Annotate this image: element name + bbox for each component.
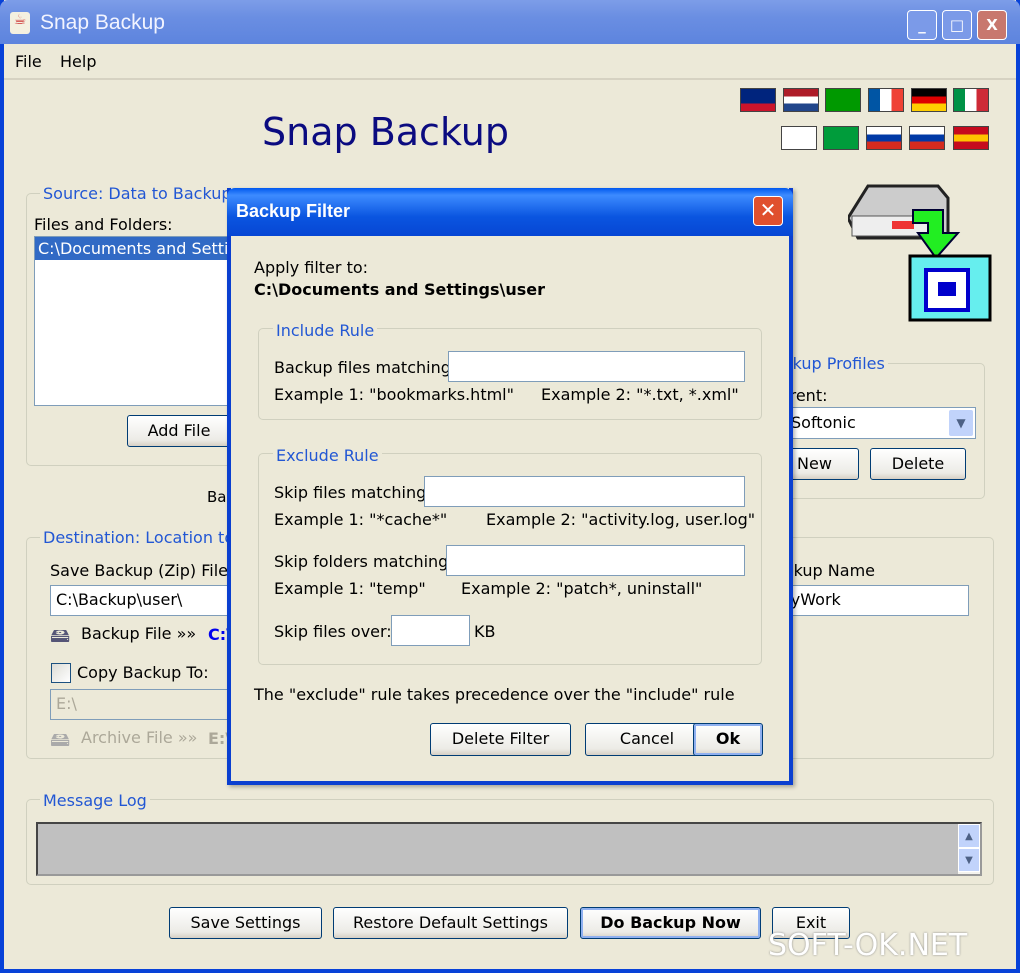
skip-files-label: Skip files matching: [274,483,432,502]
watermark-logo: SOFT-OK.NET [768,928,967,963]
exclude-rule-label: Exclude Rule [273,446,382,465]
files-list[interactable]: C:\Documents and Settings\user [34,236,234,406]
flag-italy-icon[interactable] [953,88,989,112]
files-list-item[interactable]: C:\Documents and Settings\user [35,237,233,260]
backup-partial-label: Ba [207,488,227,506]
menu-bar: File Help [4,44,1016,80]
delete-filter-button[interactable]: Delete Filter [430,723,571,756]
java-app-icon: ☕ [10,12,30,34]
do-backup-now-button[interactable]: Do Backup Now [580,907,761,939]
disk-icon: 🖴 [50,623,71,647]
profile-select-value: Softonic [791,413,856,432]
skip-files-input[interactable] [424,476,745,507]
skip-files-example-2: Example 2: "activity.log, user.log" [486,510,756,529]
backup-file-link[interactable]: Backup File »» [81,624,196,643]
backup-drive-icon [848,184,992,322]
flag-slovenia-icon[interactable] [909,126,945,150]
skip-files-example-1: Example 1: "*cache*" [274,510,448,529]
flag-netherlands-icon[interactable] [783,88,819,112]
flag-russia-icon[interactable] [866,126,902,150]
skip-size-label: Skip files over: [274,622,392,641]
add-file-button[interactable]: Add File [127,415,231,447]
skip-folders-example-2: Example 2: "patch*, uninstall" [461,579,703,598]
dialog-title: Backup Filter [236,201,351,221]
skip-folders-example-1: Example 1: "temp" [274,579,426,598]
title-bar: ☕ Snap Backup _ □ X [0,0,1020,44]
include-example-2: Example 2: "*.txt, *.xml" [541,385,739,404]
precedence-note: The "exclude" rule takes precedence over… [254,685,735,704]
chevron-down-icon[interactable]: ▼ [949,410,973,436]
delete-profile-button[interactable]: Delete [870,448,966,480]
archive-icon: 🖴 [50,727,71,751]
menu-help[interactable]: Help [60,52,96,71]
backup-filter-dialog: Backup Filter ✕ Apply filter to: C:\Docu… [227,188,793,785]
window-title: Snap Backup [40,11,165,34]
skip-folders-label: Skip folders matching: [274,552,454,571]
flag-spain-icon[interactable] [953,126,989,150]
include-rule-label: Include Rule [273,321,378,340]
watermark-text: SOFT-OK.NET [768,928,968,963]
apply-filter-path: C:\Documents and Settings\user [254,280,546,299]
include-match-input[interactable] [448,351,745,382]
restore-defaults-button[interactable]: Restore Default Settings [333,907,568,939]
save-location-label: Save Backup (Zip) File In: [50,561,254,580]
menu-file[interactable]: File [15,52,42,71]
apply-filter-label: Apply filter to: [254,258,369,277]
ok-button[interactable]: Ok [693,723,763,756]
flag-korea-icon[interactable] [781,126,817,150]
flag-esperanto-icon[interactable] [825,88,861,112]
flag-brazil-icon[interactable] [823,126,859,150]
save-settings-button[interactable]: Save Settings [169,907,322,939]
app-title: Snap Backup [262,110,509,154]
dialog-title-bar: Backup Filter ✕ [227,188,793,236]
skip-size-input[interactable] [391,615,470,646]
dialog-close-button[interactable]: ✕ [753,196,783,226]
message-log-label: Message Log [40,791,150,810]
message-log-area[interactable] [36,822,982,876]
copy-backup-label: Copy Backup To: [77,663,209,682]
minimize-button[interactable]: _ [907,10,937,40]
include-match-label: Backup files matching: [274,358,457,377]
scroll-up-icon[interactable]: ▲ [958,824,980,848]
maximize-button[interactable]: □ [942,10,972,40]
cancel-button[interactable]: Cancel [585,723,709,756]
files-folders-label: Files and Folders: [34,215,173,234]
include-example-1: Example 1: "bookmarks.html" [274,385,514,404]
close-button[interactable]: X [977,10,1007,40]
skip-folders-input[interactable] [446,545,745,576]
flag-new-zealand-icon[interactable] [740,88,776,112]
skip-size-unit: KB [474,622,496,641]
copy-backup-checkbox[interactable] [51,663,71,683]
flag-france-icon[interactable] [868,88,904,112]
archive-file-link[interactable]: Archive File »» [81,728,197,747]
copy-path-input[interactable]: E:\ [50,689,250,720]
scroll-down-icon[interactable]: ▼ [958,848,980,872]
destination-group-label: Destination: Location to [40,528,238,547]
source-group-label: Source: Data to Backup [40,184,235,203]
save-path-input[interactable]: C:\Backup\user\ [50,585,250,616]
flag-germany-icon[interactable] [911,88,947,112]
message-log-scrollbar[interactable]: ▲ ▼ [958,824,980,874]
